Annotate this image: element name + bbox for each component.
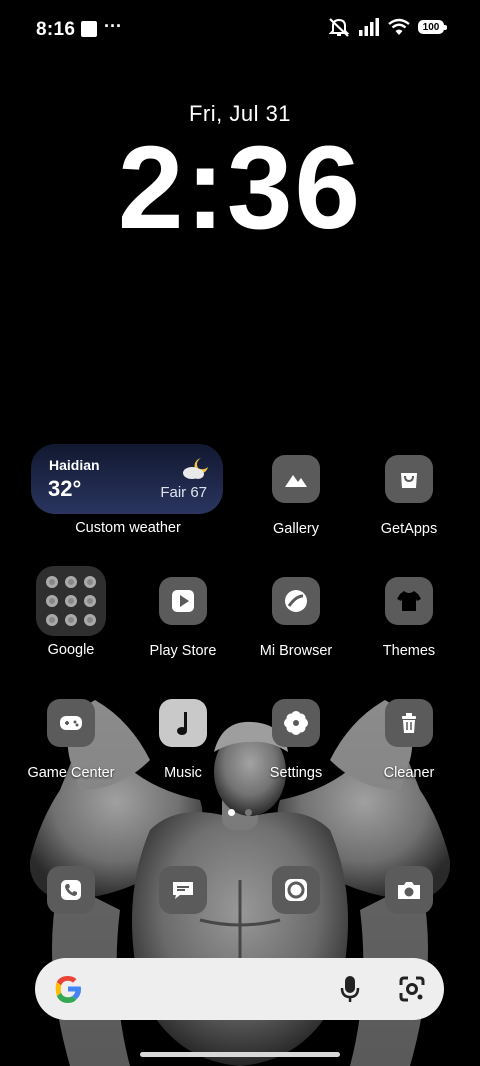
shopping-bag-icon (385, 455, 433, 503)
music-note-icon (159, 699, 207, 747)
lockscreen-clock: 2:36 (117, 122, 363, 254)
page-indicator[interactable] (0, 809, 480, 816)
app-label: Themes (382, 643, 436, 659)
app-label: Google (47, 642, 95, 658)
mic-icon[interactable] (340, 974, 360, 1004)
dock-messaging[interactable] (127, 866, 239, 914)
gallery-icon (272, 455, 320, 503)
battery-icon: 100 (418, 20, 447, 34)
gamepad-icon (47, 699, 95, 747)
app-game-center[interactable]: Game Center (15, 699, 127, 781)
google-lens-icon[interactable] (398, 975, 426, 1003)
app-settings[interactable]: Settings (240, 699, 352, 781)
dock-phone[interactable] (15, 866, 127, 914)
page-dot-active (228, 809, 235, 816)
settings-flower-icon (272, 699, 320, 747)
app-folder-google[interactable]: Google (15, 566, 127, 658)
app-label: Gallery (273, 521, 319, 537)
dock-camera[interactable] (353, 866, 465, 914)
google-logo-icon (55, 976, 81, 1003)
trash-icon (385, 699, 433, 747)
weather-temperature: 32° (48, 476, 82, 501)
weather-location: Haidian (49, 457, 100, 473)
tshirt-icon (385, 577, 433, 625)
messaging-icon (159, 866, 207, 914)
phone-icon (47, 866, 95, 914)
mute-icon (328, 18, 350, 37)
more-notifications-icon: ··· (104, 16, 122, 36)
app-label: Music (164, 765, 202, 781)
browser-icon (272, 577, 320, 625)
dock-browser[interactable] (240, 866, 352, 914)
wifi-icon (388, 18, 410, 35)
app-cleaner[interactable]: Cleaner (353, 699, 465, 781)
signal-icon (359, 18, 379, 36)
google-folder-icon (36, 566, 106, 636)
google-search-bar[interactable] (35, 958, 444, 1020)
notification-square-icon (81, 21, 97, 37)
app-label: Game Center (27, 765, 115, 781)
app-label: Settings (269, 765, 323, 781)
app-label: Mi Browser (259, 643, 333, 659)
app-gallery[interactable]: Gallery (240, 455, 352, 537)
app-label: GetApps (380, 521, 438, 537)
partly-cloudy-night-icon (183, 458, 208, 479)
app-label: Play Store (149, 643, 217, 659)
camera-icon (385, 866, 433, 914)
page-dot (245, 809, 252, 816)
play-store-icon (159, 577, 207, 625)
battery-level: 100 (422, 22, 440, 33)
weather-widget[interactable]: Haidian 32° Fair 67 (31, 444, 223, 514)
app-label: Cleaner (383, 765, 435, 781)
weather-widget-label: Custom weather (75, 520, 181, 536)
app-getapps[interactable]: GetApps (353, 455, 465, 537)
app-mi-browser[interactable]: Mi Browser (240, 577, 352, 659)
browser-icon (272, 866, 320, 914)
weather-condition: Fair 67 (160, 484, 207, 501)
status-bar: 8:16 ··· 100 (0, 0, 480, 60)
app-play-store[interactable]: Play Store (127, 577, 239, 659)
app-music[interactable]: Music (127, 699, 239, 781)
status-time: 8:16 (36, 19, 76, 40)
home-gesture-bar[interactable] (140, 1052, 340, 1057)
app-themes[interactable]: Themes (353, 577, 465, 659)
